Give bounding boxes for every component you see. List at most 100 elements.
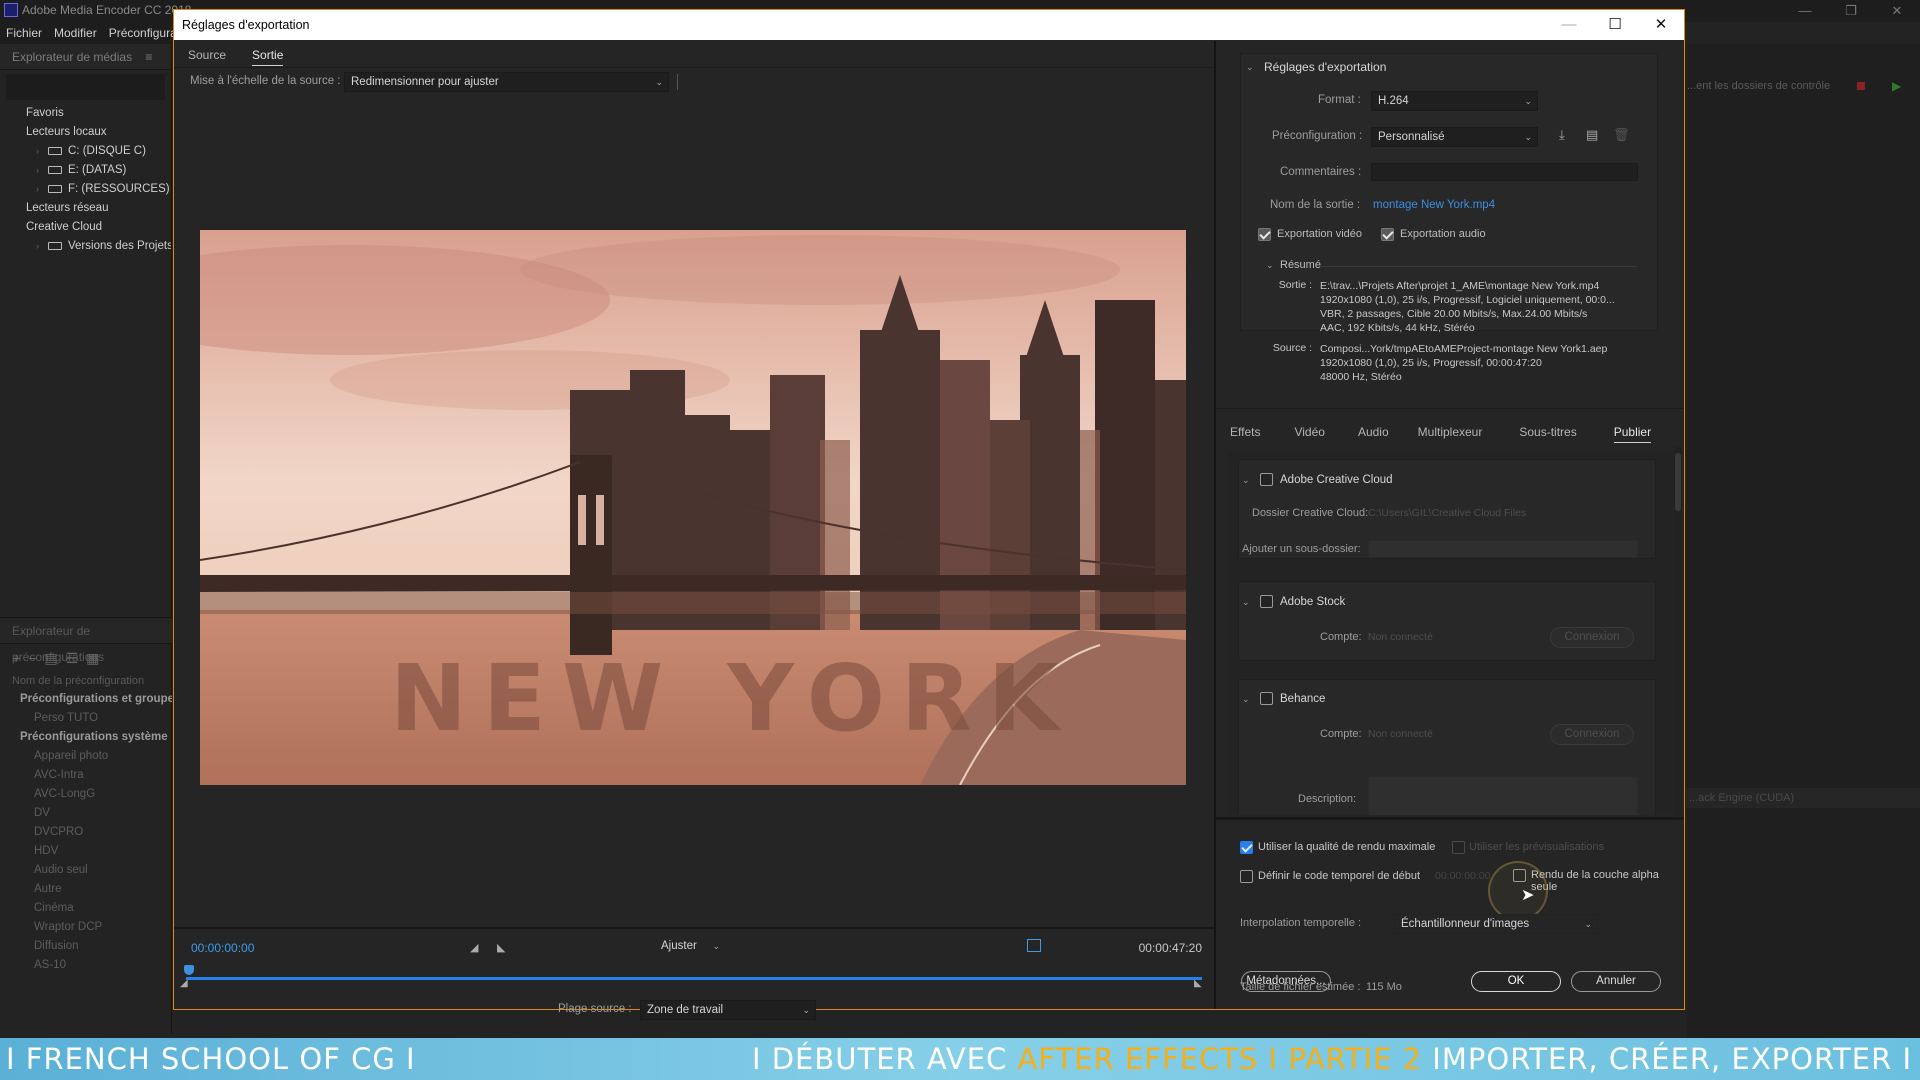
tab-sortie[interactable]: Sortie bbox=[252, 48, 284, 66]
media-tree-item[interactable]: › C: (DISQUE C) bbox=[14, 142, 171, 161]
tab-audio[interactable]: Audio bbox=[1358, 425, 1389, 443]
group-icon[interactable]: ▤ bbox=[44, 650, 65, 666]
collapse-chevron-icon[interactable]: ⌄ bbox=[1242, 597, 1250, 608]
preset-tree-item[interactable]: DV bbox=[12, 804, 172, 823]
preset-tree-item[interactable]: Préconfigurations et groupes bbox=[12, 690, 172, 709]
preset-column-header[interactable]: Nom de la préconfiguration bbox=[0, 672, 172, 690]
set-out-point-icon[interactable]: ◣ bbox=[497, 941, 505, 954]
stop-icon[interactable] bbox=[1857, 82, 1865, 90]
play-icon[interactable]: ▶ bbox=[1892, 79, 1901, 93]
media-tree-item[interactable]: › E: (DATAS) bbox=[14, 161, 171, 180]
menu-fichier[interactable]: Fichier bbox=[6, 26, 42, 40]
expand-chevron-icon[interactable]: › bbox=[36, 180, 48, 199]
preset-tree-item[interactable]: Wraptor DCP bbox=[12, 918, 172, 937]
summary-chevron-icon[interactable]: ⌄ bbox=[1266, 260, 1274, 271]
save-preset-icon[interactable]: ⤓ bbox=[1559, 127, 1565, 143]
minimize-icon[interactable]: — bbox=[1782, 0, 1828, 22]
export-audio-checkbox[interactable] bbox=[1381, 228, 1394, 241]
preset-tree-item[interactable]: Perso TUTO bbox=[12, 709, 172, 728]
aspect-correct-icon[interactable] bbox=[1027, 939, 1041, 952]
preset-tree-item[interactable]: DVCPRO bbox=[12, 823, 172, 842]
tab-source[interactable]: Source bbox=[188, 48, 226, 66]
tab-multiplexeur[interactable]: Multiplexeur bbox=[1418, 425, 1483, 443]
description-input[interactable] bbox=[1368, 776, 1638, 815]
output-name-link[interactable]: montage New York.mp4 bbox=[1373, 199, 1495, 211]
preset-tree-item[interactable]: HDV bbox=[12, 842, 172, 861]
media-tree-item[interactable]: Favoris bbox=[14, 104, 171, 123]
preset-tree-item[interactable]: AVC-Intra bbox=[12, 766, 172, 785]
close-icon[interactable]: ✕ bbox=[1874, 0, 1920, 22]
settings-icon[interactable]: ☰ bbox=[66, 650, 87, 666]
renderer-select[interactable]: ...ack Engine (CUDA) bbox=[1687, 788, 1920, 808]
cancel-button[interactable]: Annuler bbox=[1571, 971, 1661, 992]
restore-icon[interactable]: ❐ bbox=[1828, 0, 1874, 22]
max-quality-checkbox[interactable] bbox=[1240, 841, 1253, 854]
comments-input[interactable] bbox=[1371, 163, 1638, 181]
ok-button[interactable]: OK bbox=[1471, 971, 1561, 992]
preset-dropdown[interactable]: Personnalisé ⌄ bbox=[1371, 127, 1538, 147]
preset-tree-item[interactable]: Préconfigurations système bbox=[12, 728, 172, 747]
import-icon[interactable]: ▦ bbox=[86, 650, 107, 666]
output-name-label: Nom de la sortie : bbox=[1270, 199, 1361, 211]
preset-tree-item[interactable]: Diffusion bbox=[12, 937, 172, 956]
expand-chevron-icon[interactable]: › bbox=[36, 237, 48, 256]
tab-publier[interactable]: Publier bbox=[1613, 425, 1652, 443]
tab-sous-titres[interactable]: Sous-titres bbox=[1519, 425, 1576, 443]
expand-chevron-icon[interactable]: › bbox=[36, 161, 48, 180]
interp-dropdown[interactable]: Échantillonneur d'images ⌄ bbox=[1394, 914, 1598, 934]
collapse-chevron-icon[interactable]: ⌄ bbox=[1242, 475, 1250, 486]
cc-subfolder-input[interactable] bbox=[1368, 540, 1638, 558]
collapse-chevron-icon[interactable]: ⌄ bbox=[1242, 694, 1250, 705]
timecode-field[interactable]: 00:00:00:00 bbox=[1435, 870, 1490, 882]
zoom-dropdown[interactable]: Ajuster ⌄ bbox=[655, 937, 725, 957]
preview-overlay-text: NEW YORK bbox=[390, 645, 1075, 752]
playhead-handle[interactable] bbox=[184, 965, 194, 975]
timecode-current[interactable]: 00:00:00:00 bbox=[191, 941, 254, 955]
preset-tree-item[interactable]: Appareil photo bbox=[12, 747, 172, 766]
format-value: H.264 bbox=[1378, 95, 1409, 107]
preset-tree-item[interactable]: AVC-LongG bbox=[12, 785, 172, 804]
cc-checkbox[interactable] bbox=[1260, 473, 1273, 486]
menu-modifier[interactable]: Modifier bbox=[54, 26, 97, 40]
tab-effets[interactable]: Effets bbox=[1230, 425, 1260, 443]
publish-scrollbar[interactable] bbox=[1674, 447, 1682, 817]
scale-dropdown[interactable]: Redimensionner pour ajuster ⌄ bbox=[344, 72, 669, 92]
export-video-checkbox[interactable] bbox=[1258, 228, 1271, 241]
delete-preset-icon[interactable]: 🗑 bbox=[1613, 127, 1630, 143]
cc-folder-value[interactable]: C:\Users\GIL\Creative Cloud Files bbox=[1368, 507, 1526, 519]
stock-connect-button[interactable]: Connexion bbox=[1550, 627, 1634, 648]
behance-connect-button[interactable]: Connexion bbox=[1550, 724, 1634, 745]
set-in-point-icon[interactable]: ◢ bbox=[470, 941, 478, 954]
format-dropdown[interactable]: H.264 ⌄ bbox=[1371, 91, 1538, 111]
out-point-marker[interactable]: ◣ bbox=[1194, 978, 1202, 989]
preset-tree-item[interactable]: AS-10 bbox=[12, 956, 172, 975]
stock-checkbox[interactable] bbox=[1260, 595, 1273, 608]
media-tree-item[interactable]: Lecteurs réseau bbox=[14, 199, 171, 218]
collapse-chevron-icon[interactable]: ⌄ bbox=[1246, 62, 1254, 73]
tab-vid-o[interactable]: Vidéo bbox=[1294, 425, 1324, 443]
media-tree-item[interactable]: Creative Cloud bbox=[14, 218, 171, 237]
panel-menu-icon[interactable]: ≡ bbox=[145, 50, 152, 64]
expand-chevron-icon[interactable]: › bbox=[36, 142, 48, 161]
range-dropdown[interactable]: Zone de travail ⌄ bbox=[640, 1000, 816, 1020]
timeline-bar[interactable] bbox=[186, 977, 1202, 980]
use-previews-checkbox[interactable] bbox=[1452, 841, 1465, 854]
media-tree-item[interactable]: Lecteurs locaux bbox=[14, 123, 171, 142]
preset-tree-item[interactable]: Audio seul bbox=[12, 861, 172, 880]
scrollbar-thumb[interactable] bbox=[1675, 453, 1681, 511]
set-timecode-checkbox[interactable] bbox=[1240, 870, 1253, 883]
dialog-minimize-icon[interactable]: — bbox=[1546, 10, 1592, 40]
import-preset-icon[interactable]: ▤ bbox=[1586, 127, 1598, 143]
dialog-close-icon[interactable]: ✕ bbox=[1638, 10, 1684, 40]
add-preset-icon[interactable]: + bbox=[12, 650, 28, 666]
behance-checkbox[interactable] bbox=[1260, 692, 1273, 705]
media-tree-item[interactable]: › Versions des Projets bbox=[14, 237, 171, 256]
media-browser-path[interactable] bbox=[6, 74, 165, 100]
remove-preset-icon[interactable]: − bbox=[28, 650, 44, 666]
media-tree-item[interactable]: › F: (RESSOURCES) bbox=[14, 180, 171, 199]
preset-tree-item[interactable]: Autre bbox=[12, 880, 172, 899]
metadata-button[interactable]: Métadonnées... bbox=[1241, 971, 1331, 992]
dialog-maximize-icon[interactable]: ☐ bbox=[1592, 10, 1638, 40]
preset-tree-item[interactable]: Cinéma bbox=[12, 899, 172, 918]
in-point-marker[interactable]: ◢ bbox=[180, 978, 188, 989]
